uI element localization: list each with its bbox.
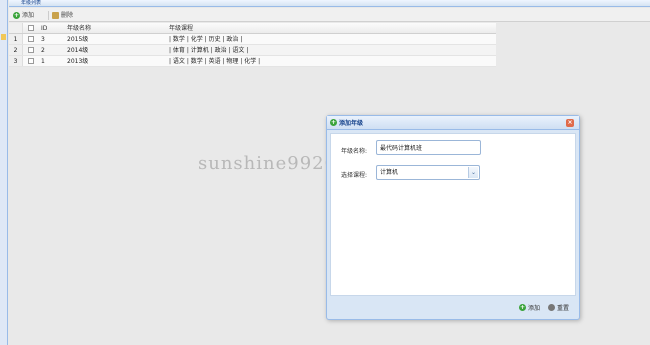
- collapse-marker[interactable]: [1, 34, 6, 40]
- add-icon: +: [13, 12, 20, 19]
- reset-icon: [548, 303, 555, 311]
- dialog-body: 年级名称: 选择课程: 计算机 ⌄: [330, 133, 576, 296]
- cell-name: 2013级: [67, 58, 89, 65]
- cell-courses: | 语文 | 数学 | 英语 | 物理 | 化学 |: [169, 58, 261, 65]
- row-checkbox[interactable]: [23, 56, 39, 66]
- select-all-checkbox[interactable]: [23, 23, 39, 33]
- cell-courses: | 体育 | 计算机 | 政治 | 语文 |: [169, 47, 249, 54]
- add-icon: +: [519, 303, 526, 311]
- cell-courses: | 数学 | 化学 | 历史 | 政治 |: [169, 36, 243, 43]
- cell-name: 2014级: [67, 47, 89, 54]
- checkbox-box: [28, 58, 34, 64]
- checkbox-box: [28, 25, 34, 31]
- chevron-down-icon[interactable]: ⌄: [468, 167, 478, 178]
- dialog-add-button[interactable]: + 添加: [519, 301, 540, 313]
- add-button-label: 添加: [22, 12, 35, 19]
- add-button[interactable]: + 添加: [13, 11, 34, 20]
- column-header-name[interactable]: 年级名称: [65, 23, 167, 33]
- dialog-footer: + 添加 重置: [327, 295, 579, 319]
- checkbox-box: [28, 36, 34, 42]
- delete-button[interactable]: 删除: [52, 11, 73, 20]
- row-number-header: [9, 23, 23, 33]
- grade-name-label: 年级名称:: [341, 148, 368, 155]
- cell-id: 1: [41, 58, 45, 65]
- dialog-header[interactable]: + 添加年级 ×: [327, 116, 579, 130]
- delete-icon: [52, 12, 59, 19]
- course-select-label: 选择课程:: [341, 172, 368, 179]
- panel-title: 年级列表: [9, 0, 650, 7]
- add-icon: +: [330, 119, 337, 126]
- toolbar-separator: [48, 11, 49, 20]
- dialog-title: 添加年级: [339, 120, 364, 127]
- grade-grid: ID 年级名称 年级课程 1 3 2015级 | 数学 | 化学 | 历史 | …: [9, 23, 496, 67]
- column-header-id[interactable]: ID: [39, 23, 65, 33]
- course-select-value: 计算机: [380, 169, 399, 176]
- cell-id: 2: [41, 47, 45, 54]
- cell-id: 3: [41, 36, 45, 43]
- toolbar: + 添加 删除: [9, 8, 650, 22]
- left-edge-bar: [0, 0, 8, 345]
- dialog-add-label: 添加: [528, 304, 541, 312]
- table-row[interactable]: 2 2 2014级 | 体育 | 计算机 | 政治 | 语文 |: [9, 45, 496, 56]
- cell-name: 2015级: [67, 36, 89, 43]
- add-grade-dialog: + 添加年级 × 年级名称: 选择课程: 计算机 ⌄ + 添加 重置: [326, 115, 580, 320]
- close-button[interactable]: ×: [566, 119, 574, 127]
- reset-button[interactable]: 重置: [548, 301, 569, 313]
- grid-header: ID 年级名称 年级课程: [9, 23, 496, 34]
- row-number: 1: [9, 34, 23, 44]
- table-row[interactable]: 1 3 2015级 | 数学 | 化学 | 历史 | 政治 |: [9, 34, 496, 45]
- column-header-courses[interactable]: 年级课程: [167, 23, 496, 33]
- grade-name-input[interactable]: [376, 140, 481, 155]
- row-number: 2: [9, 45, 23, 55]
- course-select[interactable]: 计算机 ⌄: [376, 165, 480, 180]
- checkbox-box: [28, 47, 34, 53]
- table-row[interactable]: 3 1 2013级 | 语文 | 数学 | 英语 | 物理 | 化学 |: [9, 56, 496, 67]
- row-checkbox[interactable]: [23, 34, 39, 44]
- row-checkbox[interactable]: [23, 45, 39, 55]
- row-number: 3: [9, 56, 23, 66]
- reset-button-label: 重置: [557, 304, 570, 312]
- delete-button-label: 删除: [61, 12, 74, 19]
